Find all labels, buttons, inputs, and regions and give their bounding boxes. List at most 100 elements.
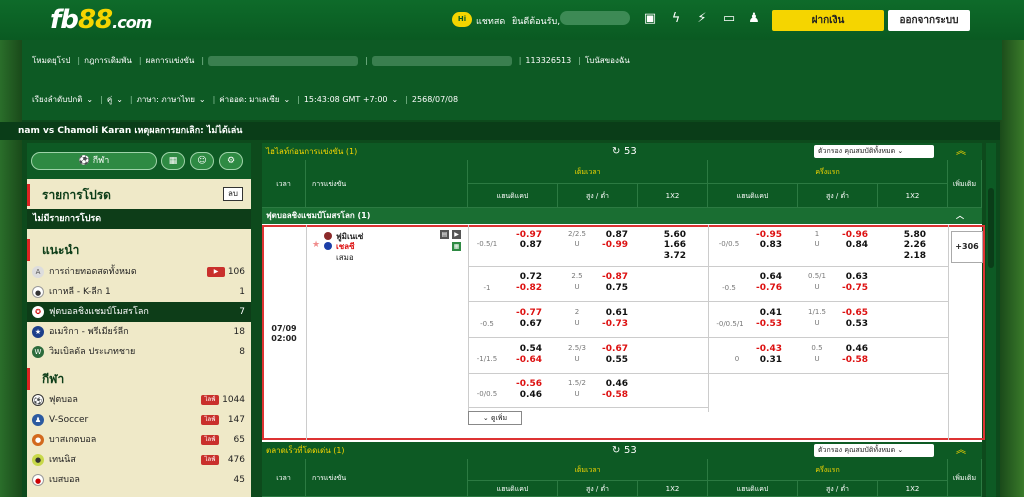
odds-value[interactable]: 2.26 (886, 240, 926, 250)
odds-value[interactable]: -0.99 (588, 240, 628, 250)
odds-value[interactable]: 0.46 (588, 379, 628, 389)
odds-value[interactable]: 0.63 (828, 272, 868, 282)
settings-icon[interactable]: ⚙ (219, 152, 243, 170)
euro-mode-link[interactable]: โหมดยุโรป (32, 54, 70, 67)
collapse-icon[interactable]: ︽ (956, 442, 966, 459)
results-link[interactable]: ผลการแข่งขัน (146, 54, 195, 67)
my-bonus-link[interactable]: โบนัสของฉัน (585, 54, 630, 67)
sidebar-item-tennis[interactable]: ● เทนนิส ไลฟ์ 476 (27, 450, 251, 470)
odds-value[interactable]: 1.66 (646, 240, 686, 250)
odds-value[interactable]: 5.60 (646, 230, 686, 240)
odds-value[interactable]: 0.46 (828, 344, 868, 354)
wallet-icon[interactable]: ▣ (642, 10, 658, 28)
logout-button[interactable]: ออกจากระบบ (888, 10, 970, 31)
profile-icon[interactable]: ☺ (190, 152, 214, 170)
odds-value[interactable]: -0.97 (502, 230, 542, 240)
stats-icon[interactable]: ▤ (440, 230, 449, 239)
rules-link[interactable]: กฎการเดิมพัน (84, 54, 132, 67)
sidebar-item-wimbledon[interactable]: W วิมเบิลดัล ประเภทชาย 8 (27, 342, 251, 362)
odds-value[interactable]: -0.56 (502, 379, 542, 389)
odds-select[interactable]: ค่าออด: มาเลเซีย (219, 93, 279, 106)
v-soccer-icon: ♟ (32, 414, 44, 426)
odds-value[interactable]: 0.41 (742, 308, 782, 318)
odds-value[interactable]: -0.87 (588, 272, 628, 282)
odds-value[interactable]: -0.58 (588, 390, 628, 400)
show-more-button[interactable]: ⌄ ดูเพิ่ม (468, 411, 522, 425)
team-home-logo (324, 232, 332, 240)
odds-value[interactable]: -0.43 (742, 344, 782, 354)
league-header[interactable]: ฟุตบอลชิงแชมป์โมสรโลก (1) ︿ (262, 208, 982, 224)
language-select[interactable]: ภาษา: ภาษาไทย (137, 93, 195, 106)
chevron-up-icon[interactable]: ︿ (956, 208, 964, 224)
odds-value[interactable]: 0.54 (502, 344, 542, 354)
odds-value[interactable]: 0.87 (502, 240, 542, 250)
odds-value[interactable]: 0.72 (502, 272, 542, 282)
odds-value[interactable]: 5.80 (886, 230, 926, 240)
odds-value[interactable]: -0.58 (828, 355, 868, 365)
section-highlights-header[interactable]: ไฮไลท์ก่อนการแข่งขัน (1) ↻ 53 ตัวกรอง คุ… (262, 143, 982, 160)
odds-value[interactable]: 0.64 (742, 272, 782, 282)
sidebar-item-live-all[interactable]: A การถ่ายทอดสดทั้งหมด ▶ 106 (27, 262, 251, 282)
odds-value[interactable]: -0.95 (742, 230, 782, 240)
favorite-star-icon[interactable]: ★ (312, 240, 320, 250)
promo-icon[interactable]: ▭ (718, 10, 740, 28)
odds-value[interactable]: -0.76 (742, 283, 782, 293)
calculator-icon[interactable]: ▦ (161, 152, 185, 170)
deposit-button[interactable]: ฝากเงิน (772, 10, 884, 31)
odds-value[interactable]: 3.72 (646, 251, 686, 261)
sidebar-item-k-league[interactable]: ● เกาหลี - K-ลีก 1 1 (27, 282, 251, 302)
sidebar-item-soccer[interactable]: ⚽ ฟุตบอล ไลฟ์ 1044 (27, 390, 251, 410)
sidebar-toolbar: ⚽ กีฬา ▦ ☺ ⚙ (27, 143, 251, 179)
odds-value[interactable]: -0.77 (502, 308, 542, 318)
odds-value[interactable]: -0.53 (742, 319, 782, 329)
lineup-icon[interactable]: ▦ (452, 242, 461, 251)
odds-value[interactable]: -0.75 (828, 283, 868, 293)
pair-select[interactable]: คู่ (107, 93, 112, 106)
ft-hdp-line: -0/0.5 (476, 390, 498, 398)
scrollbar-thumb[interactable] (988, 188, 994, 268)
sports-button[interactable]: ⚽ กีฬา (31, 152, 157, 170)
odds-value[interactable]: -0.67 (588, 344, 628, 354)
sidebar-item-baseball[interactable]: ● เบสบอล 45 (27, 470, 251, 490)
odds-value[interactable]: -0.82 (502, 283, 542, 293)
odds-value[interactable]: 0.83 (742, 240, 782, 250)
odds-value[interactable]: 0.61 (588, 308, 628, 318)
odds-value[interactable]: -0.96 (828, 230, 868, 240)
logo[interactable]: fb88.com (50, 5, 152, 35)
live-stream-icon[interactable]: ▶ (452, 230, 461, 239)
sidebar-item-v-soccer[interactable]: ♟ V-Soccer ไลฟ์ 147 (27, 410, 251, 430)
odds-value[interactable]: 0.55 (588, 355, 628, 365)
ft-hdp-line: -0.5 (480, 320, 494, 328)
more-markets-button[interactable]: +306 (951, 231, 983, 263)
refresh-icon[interactable]: ↻ (612, 143, 620, 160)
refresh-icon[interactable]: ↻ (612, 442, 620, 459)
filter-select[interactable]: ตัวกรอง คุณสมบัติทั้งหมด ⌄ (814, 145, 934, 158)
odds-value[interactable]: -0.73 (588, 319, 628, 329)
background-left (0, 40, 22, 497)
collapse-icon[interactable]: ︽ (956, 143, 966, 160)
odds-value[interactable]: 0.31 (742, 355, 782, 365)
section-quick-markets-header[interactable]: ตลาดเร็วที่โดดเด่น (1) ↻ 53 ตัวกรอง คุณส… (262, 442, 982, 459)
odds-value[interactable]: 0.46 (502, 390, 542, 400)
odds-value[interactable]: 0.75 (588, 283, 628, 293)
sidebar-item-count: 147 (227, 415, 245, 425)
odds-value[interactable]: 0.53 (828, 319, 868, 329)
odds-value[interactable]: 0.87 (588, 230, 628, 240)
filter-select[interactable]: ตัวกรอง คุณสมบัติทั้งหมด ⌄ (814, 444, 934, 457)
odds-value[interactable]: 2.18 (886, 251, 926, 261)
odds-value[interactable]: 0.84 (828, 240, 868, 250)
delete-button[interactable]: ลบ (223, 187, 243, 201)
sidebar-item-us-league[interactable]: ★ อเมริกา - พรีเมียร์ลีก 18 (27, 322, 251, 342)
scrollbar[interactable] (986, 143, 996, 497)
live-chat-link[interactable]: แชทสด (476, 14, 505, 28)
user-icon[interactable]: ♟ (746, 10, 762, 28)
sidebar-item-club-world-cup[interactable]: ✪ ฟุตบอลชิงแชมป์โมสรโลก 7 (27, 302, 251, 322)
lightning-icon[interactable]: ϟ (668, 10, 684, 28)
odds-value[interactable]: -0.64 (502, 355, 542, 365)
chat-icon[interactable]: Hi (452, 12, 472, 27)
flash-icon[interactable]: ⚡ (694, 10, 710, 28)
odds-value[interactable]: -0.65 (828, 308, 868, 318)
sort-select[interactable]: เรียงลำดับปกติ (32, 93, 82, 106)
odds-value[interactable]: 0.67 (502, 319, 542, 329)
sidebar-item-basketball[interactable]: ● บาสเกตบอล ไลฟ์ 65 (27, 430, 251, 450)
